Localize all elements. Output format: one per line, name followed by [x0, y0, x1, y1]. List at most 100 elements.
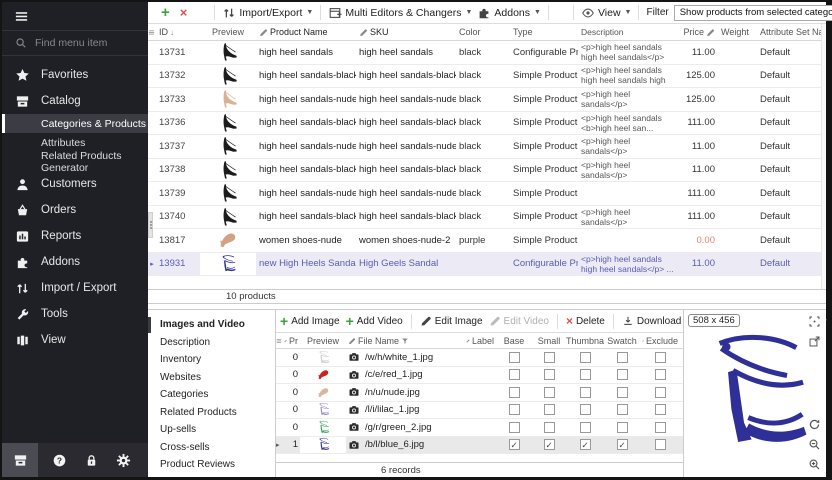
tab-cross-sells[interactable]: Cross-sells — [148, 439, 275, 457]
add-product-button[interactable]: + — [161, 6, 170, 20]
table-row[interactable]: 13731 high heel sandals high heel sandal… — [148, 41, 826, 65]
column-header-description[interactable]: Description — [578, 27, 680, 37]
zoom-out-button[interactable] — [808, 438, 821, 451]
base-checkbox[interactable] — [509, 422, 520, 433]
thumbnail-checkbox[interactable] — [580, 369, 591, 380]
base-checkbox[interactable] — [509, 387, 520, 398]
delete-image-button[interactable]: ×Delete — [566, 314, 605, 328]
settings-button[interactable] — [116, 453, 131, 468]
grid-left-scrollbar-thumb[interactable] — [148, 212, 153, 238]
swatch-checkbox[interactable] — [617, 369, 628, 380]
column-header-preview[interactable]: Preview — [200, 27, 256, 37]
column-header-attribute-set[interactable]: Attribute Set Name — [752, 27, 821, 37]
column-header-weight[interactable]: Weight — [718, 27, 752, 37]
exclude-checkbox[interactable] — [655, 387, 666, 398]
import-export-menu[interactable]: Import/Export▼ — [222, 6, 313, 20]
hamburger-menu-button[interactable] — [2, 2, 148, 30]
small-checkbox[interactable] — [544, 387, 555, 398]
tab-categories[interactable]: Categories — [148, 386, 275, 404]
sidebar-item-customers[interactable]: Customers — [2, 171, 148, 197]
small-checkbox[interactable] — [544, 404, 555, 415]
sidebar-item-catalog[interactable]: Catalog — [2, 88, 148, 114]
table-row[interactable]: ▸ 13931 new High Heels Sandals High Geel… — [148, 253, 826, 277]
base-checkbox[interactable]: ✓ — [509, 439, 520, 450]
table-row[interactable]: 13738 high heel sandals-black-37 high he… — [148, 159, 826, 183]
thumbnail-checkbox[interactable] — [580, 387, 591, 398]
tab-images-and-video[interactable]: Images and Video — [148, 316, 275, 334]
sidebar-item-view[interactable]: View — [2, 327, 148, 353]
column-header-price[interactable]: Price — [680, 27, 718, 37]
table-row[interactable]: 13733 high heel sandals-nude high heel s… — [148, 88, 826, 112]
fit-screen-button[interactable] — [808, 315, 821, 328]
sidebar-item-reports[interactable]: Reports — [2, 223, 148, 249]
exclude-checkbox[interactable] — [655, 404, 666, 415]
tab-product-reviews[interactable]: Product Reviews — [148, 456, 275, 474]
multi-editors-menu[interactable]: Multi Editors & Changers▼ — [328, 6, 472, 20]
table-row[interactable]: 13817 women shoes-nude women shoes-nude-… — [148, 229, 826, 253]
base-checkbox[interactable] — [509, 369, 520, 380]
exclude-checkbox[interactable] — [655, 439, 666, 450]
rotate-button[interactable] — [808, 418, 821, 431]
help-button[interactable] — [52, 453, 67, 468]
table-row[interactable]: 13737 high heel sandals-nude-36 high hee… — [148, 135, 826, 159]
column-header-priority[interactable]: Pr — [282, 336, 300, 346]
sidebar-item-import-export[interactable]: Import / Export — [2, 275, 148, 301]
small-checkbox[interactable] — [544, 352, 555, 363]
sidebar-item-related-products-generator[interactable]: Related Products Generator — [2, 152, 148, 171]
sidebar-item-favorites[interactable]: Favorites — [2, 62, 148, 88]
lock-button[interactable] — [84, 453, 99, 468]
table-row[interactable]: 13736 high heel sandals-black-36 high he… — [148, 112, 826, 136]
column-header-base[interactable]: Base — [496, 336, 532, 346]
edit-video-button[interactable]: Edit Video — [489, 315, 549, 327]
swatch-checkbox[interactable]: ✓ — [617, 439, 628, 450]
view-menu[interactable]: View▼ — [581, 6, 632, 20]
column-header-type[interactable]: Type — [510, 27, 578, 37]
menu-search-input[interactable]: Find menu item — [2, 30, 148, 56]
column-header-product-name[interactable]: Product Name — [256, 27, 356, 37]
exclude-checkbox[interactable] — [655, 369, 666, 380]
base-checkbox[interactable] — [509, 404, 520, 415]
addons-menu[interactable]: Addons▼ — [477, 6, 541, 20]
table-row[interactable]: 13740 high heel sandals-black-38 high he… — [148, 206, 826, 230]
image-row[interactable]: ▸ 1 /b/l/blue_6.jpg ✓ ✓ ✓ ✓ — [276, 437, 683, 455]
small-checkbox[interactable] — [544, 422, 555, 433]
column-header-swatch[interactable]: Swatch — [604, 336, 640, 346]
thumbnail-checkbox[interactable] — [580, 422, 591, 433]
column-header-preview[interactable]: Preview — [300, 336, 346, 346]
open-external-button[interactable] — [808, 335, 821, 348]
sidebar-item-categories-products[interactable]: Categories & Products — [2, 114, 148, 133]
column-header-sku[interactable]: SKU — [356, 27, 456, 37]
delete-product-button[interactable]: × — [180, 5, 188, 20]
tab-description[interactable]: Description — [148, 334, 275, 352]
swatch-checkbox[interactable] — [617, 352, 628, 363]
add-video-button[interactable]: +Add Video — [346, 313, 403, 329]
base-checkbox[interactable] — [509, 352, 520, 363]
tab-inventory[interactable]: Inventory — [148, 351, 275, 369]
table-row[interactable]: 13732 high heel sandals-black high heel … — [148, 65, 826, 89]
column-header-file-name[interactable]: File Name — [346, 336, 464, 346]
zoom-in-button[interactable] — [808, 458, 821, 471]
column-header-id[interactable]: ID↓ — [156, 27, 200, 37]
swatch-checkbox[interactable] — [617, 387, 628, 398]
tab-related-products[interactable]: Related Products — [148, 404, 275, 422]
thumbnail-checkbox[interactable] — [580, 352, 591, 363]
image-row[interactable]: 0 /g/r/green_2.jpg — [276, 419, 683, 437]
column-header-label[interactable]: Label — [464, 336, 496, 346]
column-header-color[interactable]: Color — [456, 27, 510, 37]
sidebar-item-addons[interactable]: Addons — [2, 249, 148, 275]
image-row[interactable]: 0 /l/i/lilac_1.jpg — [276, 402, 683, 420]
column-header-thumbnail[interactable]: Thumbna — [566, 336, 604, 346]
edit-image-button[interactable]: Edit Image — [420, 315, 483, 327]
tab-websites[interactable]: Websites — [148, 369, 275, 387]
image-row[interactable]: 0 /c/e/red_1.jpg — [276, 367, 683, 385]
small-checkbox[interactable]: ✓ — [544, 439, 555, 450]
exclude-checkbox[interactable] — [655, 422, 666, 433]
swatch-checkbox[interactable] — [617, 404, 628, 415]
table-row[interactable]: 13739 high heel sandals-nude-37 high hee… — [148, 182, 826, 206]
thumbnail-checkbox[interactable] — [580, 404, 591, 415]
sidebar-item-orders[interactable]: Orders — [2, 197, 148, 223]
swatch-checkbox[interactable] — [617, 422, 628, 433]
grid-vertical-scrollbar[interactable] — [821, 24, 826, 289]
add-image-button[interactable]: +Add Image — [280, 313, 340, 329]
thumbnail-checkbox[interactable]: ✓ — [580, 439, 591, 450]
